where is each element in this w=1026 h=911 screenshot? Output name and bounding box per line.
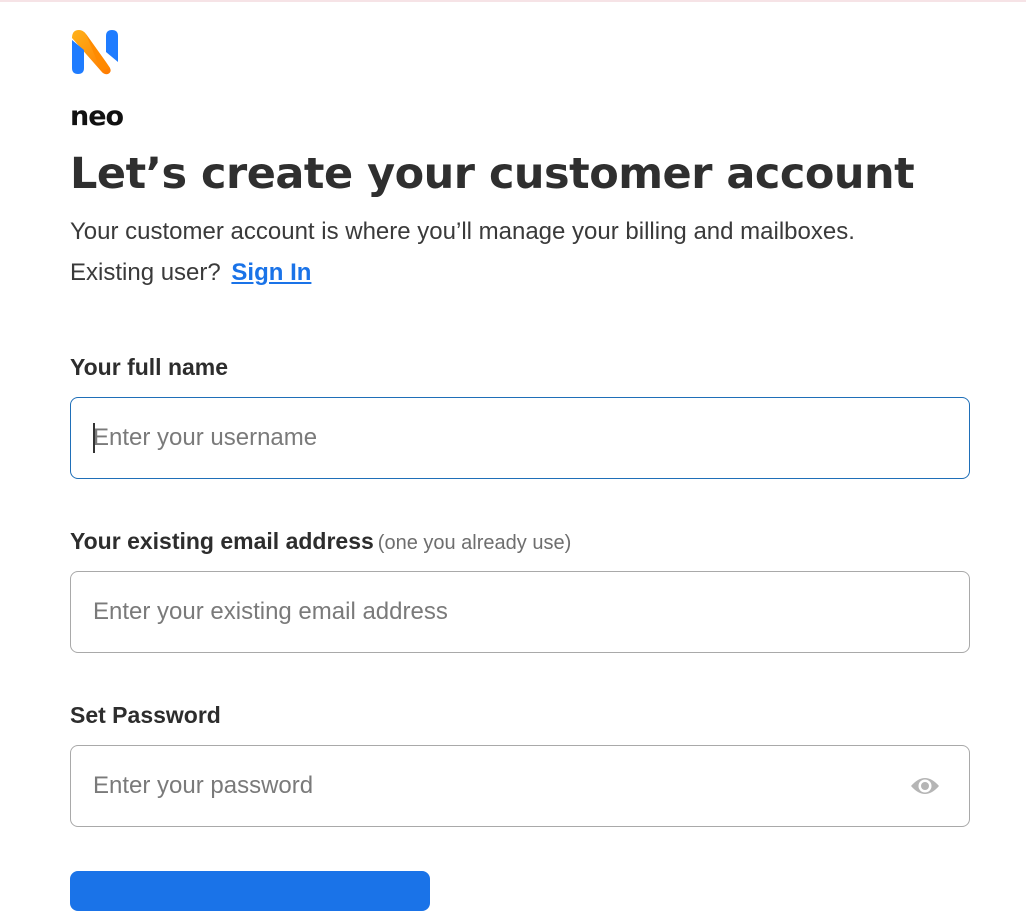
email-label: Your existing email address (one you alre… [70, 526, 571, 558]
email-label-text: Your existing email address [70, 528, 374, 554]
top-divider [0, 0, 1026, 2]
password-label-text: Set Password [70, 702, 221, 728]
neo-logo[interactable]: neo [70, 28, 124, 132]
full-name-label-text: Your full name [70, 354, 229, 380]
password-field[interactable] [70, 745, 970, 827]
logo-wordmark: neo [70, 101, 124, 132]
create-account-button[interactable] [70, 871, 430, 911]
page-title: Let’s create your customer account [70, 149, 915, 199]
password-input[interactable] [93, 746, 913, 826]
email-input[interactable] [93, 572, 913, 652]
eye-icon[interactable] [909, 772, 941, 800]
full-name-field[interactable] [70, 397, 970, 479]
text-caret [93, 423, 95, 453]
neo-logo-mark-icon [72, 30, 118, 75]
existing-user-row: Existing user? Sign In [70, 257, 311, 289]
full-name-label: Your full name [70, 352, 228, 382]
full-name-input[interactable] [93, 398, 913, 478]
existing-user-prompt: Existing user? [70, 259, 221, 286]
page-subtitle: Your customer account is where you’ll ma… [70, 218, 855, 245]
email-field[interactable] [70, 571, 970, 653]
sign-in-link[interactable]: Sign In [231, 259, 311, 286]
password-label: Set Password [70, 700, 221, 730]
email-label-hint: (one you already use) [377, 532, 572, 554]
